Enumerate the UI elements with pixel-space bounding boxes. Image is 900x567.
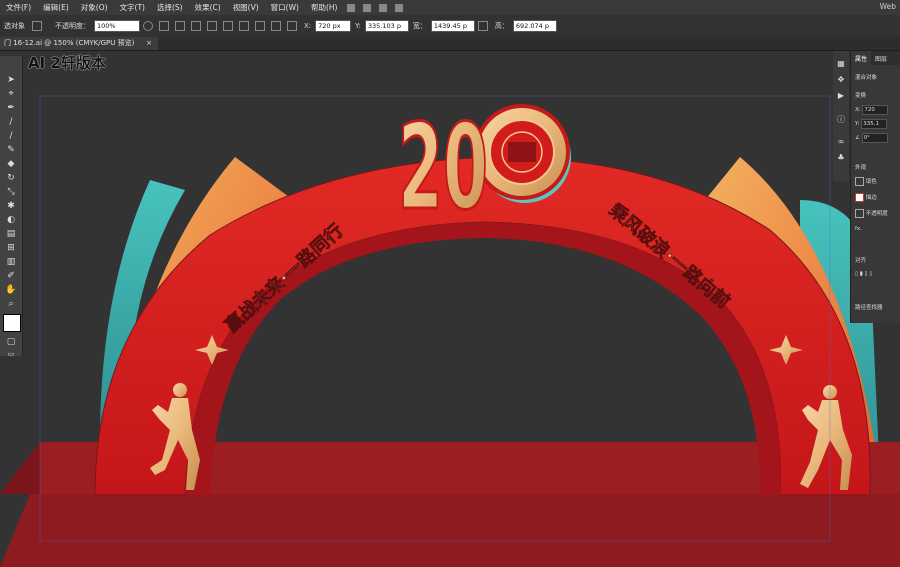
opacity-input[interactable] (94, 20, 140, 32)
gpu-icon[interactable] (379, 3, 388, 12)
tab-layers[interactable]: 图层 (871, 51, 891, 65)
stroke-label[interactable]: 描边 (866, 195, 877, 201)
fx-label[interactable]: fx. (855, 226, 862, 232)
shape-builder-icon[interactable]: ◐ (5, 214, 17, 226)
properties-panel: 属性 图层 混合对象 变换 X: Y: ∠ 外观 填色 描边 不透明度 fx. … (850, 51, 900, 323)
align-left-icon[interactable] (175, 21, 185, 31)
arrange-docs-icon[interactable] (347, 3, 356, 12)
prop-opacity-label[interactable]: 不透明度 (866, 211, 888, 217)
align-right-icon[interactable] (207, 21, 217, 31)
selection-tool-icon[interactable]: ➤ (5, 74, 17, 86)
send-icon[interactable] (395, 3, 404, 12)
puppet-warp-icon[interactable]: ✱ (5, 200, 17, 212)
pen-tool-icon[interactable]: ✒ (5, 102, 17, 114)
collapsed-panels-dock: ▦ ✥ ▶ ⓘ ∞ ♣ (833, 51, 849, 181)
recolor-icon[interactable] (143, 21, 153, 31)
rotate-tool-icon[interactable]: ↻ (5, 172, 17, 184)
tab-properties[interactable]: 属性 (851, 51, 872, 65)
fill-stroke-swatch-icon[interactable] (3, 314, 21, 332)
play-actions-icon[interactable]: ▶ (836, 91, 846, 101)
links-icon[interactable]: ∞ (836, 137, 846, 147)
prop-x-label: X: (855, 107, 861, 113)
control-bar: 选对象 不透明度： X: Y: 宽： 高： (0, 15, 900, 37)
document-tab-bar: 门 16-12.ai @ 150% (CMYK/GPU 预览) × (0, 37, 900, 51)
selection-label: 选对象 (4, 22, 25, 30)
align-center-icon[interactable] (191, 21, 201, 31)
fill-swatch-icon[interactable] (855, 177, 864, 186)
x-label: X: (304, 22, 312, 30)
pencil-tool-icon[interactable]: ✎ (5, 144, 17, 156)
close-tab-icon[interactable]: × (146, 37, 152, 50)
align-section-title: 对齐 (855, 258, 867, 264)
fill-label: 填色 (865, 179, 877, 185)
tools-panel: ➤ ⌖ ✒ ∕ / ✎ ◆ ↻ ⤡ ✱ ◐ ▤ ⊞ ▥ ✐ ✋ ⌕ ▢ ▭ (0, 56, 23, 358)
screen-mode-icon[interactable]: ▭ (5, 348, 17, 360)
opacity-swatch-icon (855, 209, 864, 218)
align-buttons[interactable]: ▯ ▮ ▯ ▯ (855, 271, 872, 277)
menu-edit[interactable]: 编辑(E) (37, 2, 75, 13)
width-field[interactable] (430, 20, 475, 32)
logo-number-text: 20 (398, 98, 488, 236)
menu-type[interactable]: 文字(T) (114, 2, 151, 13)
menu-file[interactable]: 文件(F) (0, 2, 37, 13)
menu-bar: 文件(F) 编辑(E) 对象(O) 文字(T) 选择(S) 效果(C) 视图(V… (0, 0, 900, 15)
align-to-icon[interactable] (159, 21, 169, 31)
stroke-swatch-icon[interactable] (32, 21, 42, 31)
asset-export-icon[interactable]: ✥ (836, 75, 846, 85)
prop-angle-field[interactable] (861, 133, 888, 143)
height-field[interactable] (512, 20, 557, 32)
libraries-icon[interactable]: ▦ (836, 59, 846, 69)
menu-window[interactable]: 窗口(W) (265, 2, 305, 13)
h-label: 高： (494, 22, 509, 30)
mesh-tool-icon[interactable]: ⊞ (5, 242, 17, 254)
hand-tool-icon[interactable]: ✋ (5, 284, 17, 296)
angle-icon: ∠ (855, 135, 860, 141)
menu-effect[interactable]: 效果(C) (189, 2, 227, 13)
y-field[interactable] (364, 20, 409, 32)
w-label: 宽： (412, 22, 427, 30)
symbols-icon[interactable]: ♣ (836, 153, 846, 163)
document-tab-title: 门 16-12.ai @ 150% (CMYK/GPU 预览) (4, 39, 135, 47)
layout-icon[interactable] (363, 3, 372, 12)
stroke-swatch-none-icon[interactable] (855, 193, 864, 202)
distribute-icon[interactable] (271, 21, 281, 31)
menu-view[interactable]: 视图(V) (227, 2, 265, 13)
mixed-object-label: 混合对象 (855, 75, 878, 81)
opacity-label: 不透明度： (55, 22, 90, 30)
watermark-text: AI 2轩版本 (28, 54, 106, 72)
align-bottom-icon[interactable] (255, 21, 265, 31)
info-icon[interactable]: ⓘ (836, 115, 846, 125)
eyedropper-icon[interactable]: ✐ (5, 270, 17, 282)
align-top-icon[interactable] (223, 21, 233, 31)
align-middle-icon[interactable] (239, 21, 249, 31)
pathfinder-section-title: 路径查找器 (855, 305, 883, 311)
appearance-section-title: 外观 (855, 165, 867, 171)
prop-x-field[interactable] (862, 105, 889, 115)
draw-mode-icon[interactable]: ▢ (5, 336, 17, 348)
curvature-tool-icon[interactable]: ∕ (5, 116, 17, 128)
reference-point-icon[interactable] (287, 21, 297, 31)
prop-y-label: Y: (855, 121, 860, 127)
zoom-tool-icon[interactable]: ⌕ (5, 298, 17, 310)
constrain-link-icon[interactable] (477, 21, 488, 31)
direct-selection-icon[interactable]: ⌖ (5, 88, 17, 100)
y-label: Y: (355, 22, 361, 30)
menu-help[interactable]: 帮助(H) (305, 2, 344, 13)
arch-artwork[interactable]: 赢战未来·一路同行 乘风破浪·一路向前 20 (0, 51, 900, 567)
transform-section-title: 变换 (855, 93, 867, 99)
stage-platform-front (0, 494, 900, 567)
workspace-switcher[interactable]: Web (880, 2, 896, 11)
document-tab[interactable]: 门 16-12.ai @ 150% (CMYK/GPU 预览) × (0, 37, 158, 50)
gradient-tool-icon[interactable]: ▤ (5, 228, 17, 240)
menu-select[interactable]: 选择(S) (151, 2, 189, 13)
brush-tool-icon[interactable]: / (5, 130, 17, 142)
eraser-tool-icon[interactable]: ◆ (5, 158, 17, 170)
menu-object[interactable]: 对象(O) (75, 2, 114, 13)
graph-tool-icon[interactable]: ▥ (5, 256, 17, 268)
scale-tool-icon[interactable]: ⤡ (5, 186, 17, 198)
x-field[interactable] (315, 20, 352, 32)
prop-y-field[interactable] (861, 119, 888, 129)
